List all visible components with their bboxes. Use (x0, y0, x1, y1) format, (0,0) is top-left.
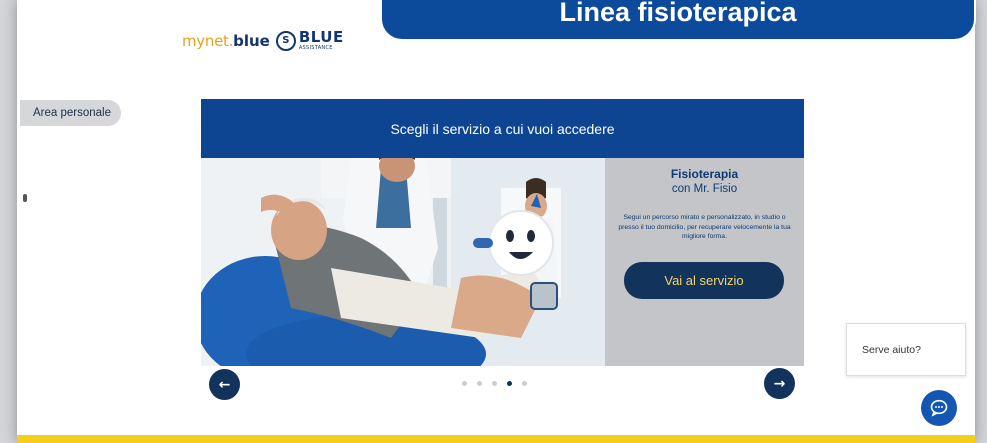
carousel-next-button[interactable]: → (764, 368, 795, 399)
service-title: Fisioterapia (670, 167, 739, 181)
carousel-dot[interactable] (492, 381, 497, 386)
vai-al-servizio-button[interactable]: Vai al servizio (624, 262, 784, 299)
section-title-banner: Linea fisioterapica (380, 0, 976, 41)
arrow-left-icon: ← (218, 376, 231, 393)
logo-mynet-text: mynet. (182, 31, 234, 50)
area-personale-tab[interactable]: Area personale (20, 100, 121, 126)
carousel-prev-button[interactable]: ← (209, 369, 240, 400)
carousel-dot[interactable] (477, 381, 482, 386)
carousel-dot[interactable] (522, 381, 527, 386)
service-info-panel: Fisioterapia con Mr. Fisio Segui un perc… (605, 158, 804, 366)
left-background-strip (0, 0, 17, 443)
service-select-header: Scegli il servizio a cui vuoi accedere (201, 99, 804, 158)
service-subtitle: con Mr. Fisio (671, 183, 738, 195)
physiotherapy-photo (201, 158, 605, 366)
chat-bubble-icon (930, 399, 948, 417)
carousel-dot[interactable] (507, 381, 512, 386)
footer-accent-bar (17, 435, 975, 443)
arrow-right-icon: → (773, 375, 786, 392)
service-description: Segui un percorso mirato e personalizzat… (618, 214, 791, 240)
logo-brand-subtext: ASSISTANCE (298, 45, 333, 51)
physiotherapy-illustration (201, 158, 605, 366)
banner-title: Linea fisioterapica (559, 0, 797, 27)
mynet-blue-logo[interactable]: mynet. blue S BLUE ASSISTANCE (182, 30, 344, 51)
right-background-strip (975, 0, 987, 443)
blue-assistance-logo-icon: S (275, 30, 296, 51)
carousel-pagination (462, 381, 527, 386)
carousel-dot[interactable] (462, 381, 467, 386)
logo-blue-text: blue (233, 31, 270, 50)
help-prompt[interactable]: Serve aiuto? (846, 323, 966, 376)
blue-assistance-wordmark: BLUE ASSISTANCE (299, 30, 344, 51)
side-handle-dot (23, 194, 27, 202)
logo-brand-text: BLUE (298, 28, 344, 46)
chat-button[interactable] (921, 390, 957, 426)
